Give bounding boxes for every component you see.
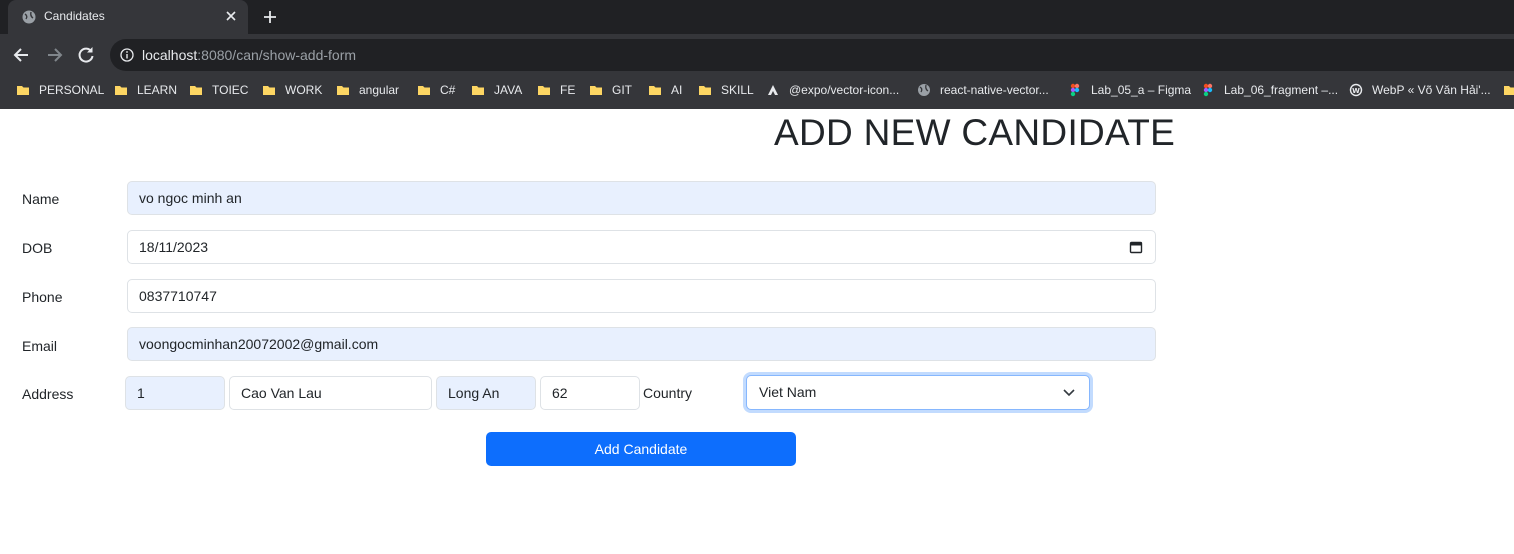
bookmark-item[interactable]: LEARN [114,76,177,104]
bookmark-item[interactable]: JAVA [471,76,522,104]
folder-icon [699,86,711,95]
folder-icon [1504,86,1514,95]
bookmark-label: angular [359,83,400,97]
page-title: ADD NEW CANDIDATE [774,112,1176,153]
country-selected-value: Viet Nam [759,384,817,400]
globe-icon [22,10,36,24]
name-input[interactable]: vo ngoc minh an [127,181,1156,215]
bookmark-item[interactable]: @expo/vector-icon... [766,76,899,104]
folder-icon [337,86,349,95]
dob-label: DOB [22,240,53,256]
browser-toolbar: localhost:8080/can/show-add-form [0,34,1514,76]
address-number-input[interactable]: 1 [125,376,225,410]
back-icon[interactable] [12,45,32,65]
bookmark-label: @expo/vector-icon... [789,83,900,97]
folder-icon [538,86,550,95]
bookmark-label: FE [560,83,576,97]
bookmark-label: WORK [285,83,323,97]
folder-icon [649,86,661,95]
chevron-down-icon [1063,389,1075,397]
bookmark-item[interactable]: C# [417,76,455,104]
globe-icon [918,84,930,96]
bookmark-label: GIT [612,83,632,97]
email-input[interactable]: voongocminhan20072002@gmail.com [127,327,1156,361]
tab-title: Candidates [44,9,105,23]
bookmark-label: AI [671,83,683,97]
bookmark-item[interactable]: PERSONAL [16,76,104,104]
new-tab-icon[interactable] [262,9,278,25]
address-label: Address [22,386,74,402]
url-host: localhost [142,47,198,63]
bookmark-item[interactable]: TOIEC [189,76,248,104]
bookmark-item[interactable]: W WebP « Võ Văn Hải'... [1349,76,1491,104]
bookmark-label: SKILL [721,83,754,97]
figma-icon [1070,83,1080,97]
info-icon[interactable] [120,48,134,62]
page-content: ADD NEW CANDIDATE Name vo ngoc minh an D… [0,109,1514,554]
country-label: Country [643,385,693,401]
reload-icon[interactable] [76,45,96,65]
close-icon[interactable] [224,9,238,23]
add-candidate-button[interactable]: Add Candidate [486,432,796,466]
bookmarks-bar: PERSONAL LEARN TOIEC WORK angular C# JAVA FE GIT… [0,76,1514,109]
bookmark-label: C# [440,83,456,97]
bookmark-label: PERSONAL [39,83,105,97]
bookmark-item[interactable]: WORK [262,76,322,104]
folder-icon [418,86,430,95]
folder-icon [190,86,202,95]
bookmark-item[interactable]: react-native-vector... [917,76,1049,104]
dob-input[interactable]: 18/11/2023 [127,230,1156,264]
figma-icon [1203,83,1213,97]
bookmark-label: LEARN [137,83,178,97]
folder-icon [263,86,275,95]
address-street-input[interactable]: Cao Van Lau [229,376,432,410]
browser-tab[interactable]: Candidates [8,0,248,34]
wordpress-icon: W [1349,83,1363,97]
bookmark-label: Lab_05_a – Figma [1091,83,1192,97]
address-zip-input[interactable]: 62 [540,376,640,410]
bookmark-label: TOIEC [212,83,249,97]
address-city-input[interactable]: Long An [436,376,536,410]
bookmark-overflow-folder[interactable] [1503,76,1514,104]
phone-label: Phone [22,289,63,305]
address-bar[interactable]: localhost:8080/can/show-add-form [110,39,1514,71]
browser-tabstrip: Candidates [0,0,1514,34]
expo-icon [768,85,778,95]
bookmark-label: JAVA [494,83,523,97]
bookmark-item[interactable]: angular [336,76,399,104]
svg-text:W: W [1352,87,1360,95]
bookmark-item[interactable]: FE [537,76,575,104]
folder-icon [115,86,127,95]
bookmark-label: react-native-vector... [940,83,1049,97]
bookmark-item[interactable]: SKILL [698,76,754,104]
url-path: :8080/can/show-add-form [197,47,357,63]
url-text: localhost:8080/can/show-add-form [142,47,356,63]
bookmark-item[interactable]: GIT [589,76,632,104]
bookmark-label: WebP « Võ Văn Hải'... [1372,83,1491,97]
folder-icon [17,86,29,95]
country-select[interactable]: Viet Nam [746,375,1090,410]
folder-icon [590,86,602,95]
bookmark-item[interactable]: Lab_05_a – Figma [1068,76,1191,104]
forward-icon[interactable] [44,45,64,65]
phone-input[interactable]: 0837710747 [127,279,1156,313]
dob-value: 18/11/2023 [139,239,209,255]
bookmark-item[interactable]: AI [648,76,682,104]
calendar-icon[interactable] [1129,240,1143,254]
email-label: Email [22,338,58,354]
bookmark-item[interactable]: Lab_06_fragment –... [1201,76,1338,104]
bookmark-label: Lab_06_fragment –... [1224,83,1339,97]
name-label: Name [22,191,60,207]
folder-icon [472,86,484,95]
